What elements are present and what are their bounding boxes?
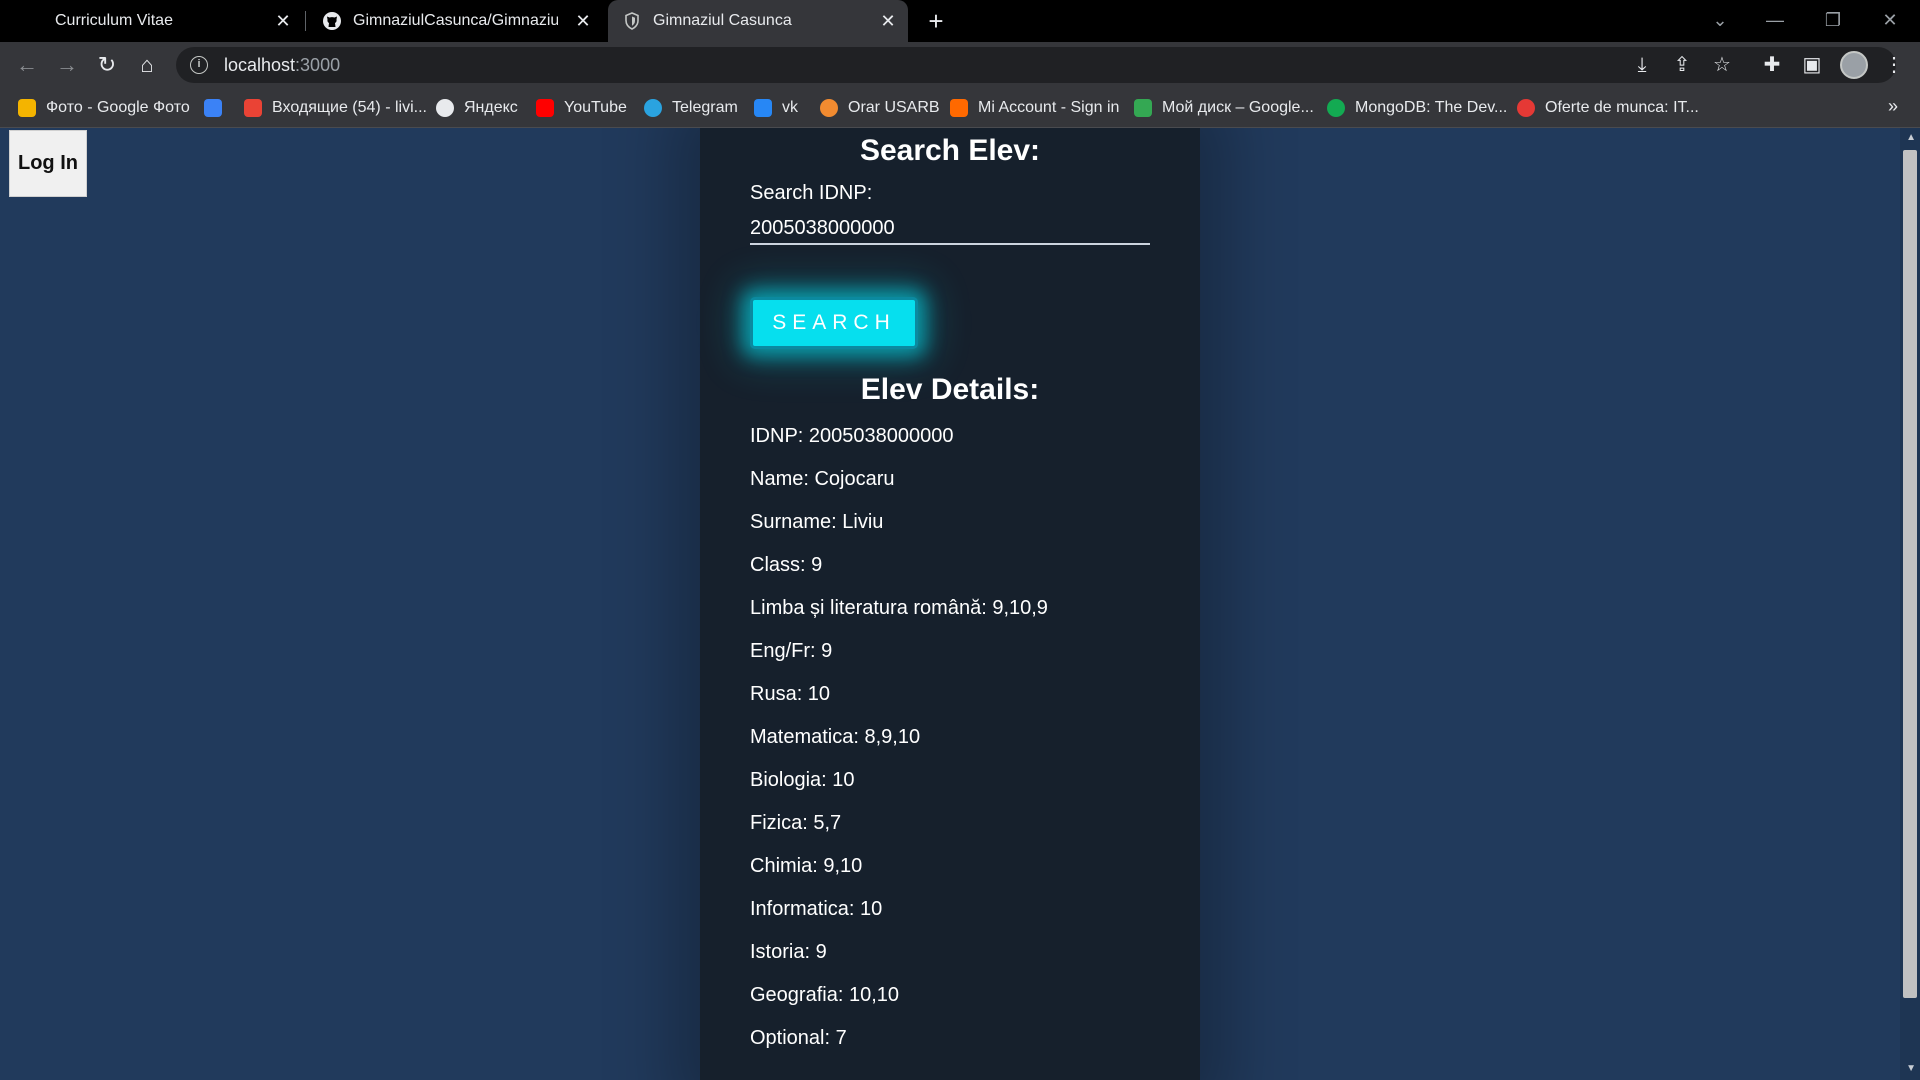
detail-rusa: Rusa: 10 [750, 683, 831, 705]
extensions-icon[interactable]: ✚ [1758, 51, 1786, 79]
bookmark-google-photos[interactable]: Фото - Google Фото [18, 88, 190, 128]
bookmark-telegram[interactable]: Telegram [644, 88, 738, 128]
bookmark-star-icon[interactable]: ☆ [1708, 51, 1736, 79]
tab-curriculum-vitae[interactable]: Curriculum Vitae ✕ [0, 0, 303, 42]
google-drive-icon [1134, 99, 1152, 117]
tab-github[interactable]: GimnaziulCasunca/GimnaziulCasunca ✕ [308, 0, 603, 42]
menu-kebab-icon[interactable]: ⋮ [1880, 51, 1908, 79]
detail-informatica: Informatica: 10 [750, 898, 883, 920]
more-bookmarks-icon[interactable]: » [1888, 96, 1898, 117]
tab-title: Gimnaziul Casunca [653, 12, 792, 29]
bookmark-label: MongoDB: The Dev... [1355, 99, 1508, 116]
detail-name: Name: Cojocaru [750, 468, 895, 490]
detail-fizica: Fizica: 5,7 [750, 812, 842, 834]
close-tab-icon[interactable]: ✕ [273, 11, 293, 31]
bookmarks-bar: Фото - Google Фото Входящие (54) - livi.… [0, 88, 1920, 128]
search-title: Search Elev: [859, 134, 1041, 167]
bookmark-google-drive[interactable]: Мой диск – Google... [1134, 88, 1314, 128]
yandex-icon [436, 99, 454, 117]
youtube-icon [536, 99, 554, 117]
side-panel-icon[interactable]: ▣ [1798, 51, 1826, 79]
bookmark-orar-usarb[interactable]: Orar USARB [820, 88, 940, 128]
bookmark-gmail[interactable]: Входящие (54) - livi... [244, 88, 427, 128]
details-title: Elev Details: [860, 373, 1040, 406]
detail-istoria: Istoria: 9 [750, 941, 827, 963]
idnp-label: Search IDNP: [750, 182, 873, 204]
bookmark-oferte-de-munca[interactable]: Oferte de munca: IT... [1517, 88, 1699, 128]
idnp-search-input[interactable] [750, 213, 1150, 245]
detail-biologia: Biologia: 10 [750, 769, 855, 791]
bookmark-label: Яндекс [464, 99, 518, 116]
url-host: localhost [224, 54, 296, 75]
search-button[interactable]: Search [750, 297, 918, 349]
browser-toolbar: ← → ↻ ⌂ i localhost:3000 ⤓ ⇪ ☆ ✚ ▣ ⋮ [0, 42, 1920, 88]
telegram-icon [644, 99, 662, 117]
detail-chimia: Chimia: 9,10 [750, 855, 863, 877]
bookmark-label: Mi Account - Sign in [978, 99, 1120, 116]
tab-gimnaziul-casunca[interactable]: Gimnaziul Casunca ✕ [608, 0, 908, 42]
home-icon[interactable]: ⌂ [132, 50, 162, 80]
bookmark-vk[interactable]: vk [754, 88, 798, 128]
google-photos-icon [18, 99, 36, 117]
oferte-icon [1517, 99, 1535, 117]
bookmark-youtube[interactable]: YouTube [536, 88, 627, 128]
back-arrow-icon[interactable]: ← [12, 50, 42, 80]
page-scrollbar[interactable]: ▲ ▼ [1900, 128, 1920, 1080]
tab-search-chevron-icon[interactable]: ⌄ [1700, 6, 1740, 34]
mongodb-icon [1327, 99, 1345, 117]
minimize-icon[interactable]: — [1755, 6, 1795, 34]
close-tab-icon[interactable]: ✕ [878, 11, 898, 31]
detail-optional: Optional: 7 [750, 1027, 847, 1049]
orar-usarb-icon [820, 99, 838, 117]
bookmark-mongodb[interactable]: MongoDB: The Dev... [1327, 88, 1507, 128]
tab-title: GimnaziulCasunca/GimnaziulCasunca [353, 12, 558, 29]
detail-surname: Surname: Liviu [750, 511, 884, 533]
window-close-icon[interactable]: ✕ [1870, 6, 1910, 34]
url-port: :3000 [295, 54, 341, 75]
restore-icon[interactable]: ❐ [1813, 6, 1853, 34]
bookmark-label: Фото - Google Фото [46, 99, 190, 116]
bookmark-label: Мой диск – Google... [1162, 99, 1314, 116]
bookmark-label: Telegram [672, 99, 738, 116]
detail-idnp: IDNP: 2005038000000 [750, 425, 954, 447]
bookmark-label: Orar USARB [848, 99, 940, 116]
mi-icon [950, 99, 968, 117]
bookmark-label: vk [782, 99, 798, 116]
tab-separator [305, 11, 306, 31]
profile-avatar[interactable] [1840, 51, 1868, 79]
url-text: localhost:3000 [224, 55, 340, 76]
bookmark-mi-account[interactable]: Mi Account - Sign in [950, 88, 1119, 128]
detail-romana: Limba și literatura română: 9,10,9 [750, 597, 1048, 619]
search-panel: Search Elev: Search IDNP: Search Elev De… [700, 128, 1200, 1080]
bookmark-label: Oferte de munca: IT... [1545, 99, 1699, 116]
gmail-icon [244, 99, 262, 117]
bookmark-yandex[interactable]: Яндекс [436, 88, 518, 128]
scroll-thumb[interactable] [1903, 150, 1917, 998]
share-icon[interactable]: ⇪ [1668, 51, 1696, 79]
github-icon [323, 12, 341, 30]
reload-icon[interactable]: ↻ [92, 50, 122, 80]
mail-icon [204, 99, 222, 117]
vk-icon [754, 99, 772, 117]
scroll-down-arrow-icon[interactable]: ▼ [1906, 1063, 1916, 1074]
tab-strip: Curriculum Vitae ✕ GimnaziulCasunca/Gimn… [0, 0, 1920, 42]
site-info-icon[interactable]: i [190, 56, 208, 74]
scroll-up-arrow-icon[interactable]: ▲ [1906, 132, 1916, 143]
install-app-icon[interactable]: ⤓ [1628, 51, 1656, 79]
detail-matematica: Matematica: 8,9,10 [750, 726, 921, 748]
detail-eng-fr: Eng/Fr: 9 [750, 640, 833, 662]
bookmark-label: Входящие (54) - livi... [272, 99, 427, 116]
forward-arrow-icon[interactable]: → [52, 50, 82, 80]
page-viewport: Log In Search Elev: Search IDNP: Search … [0, 128, 1920, 1080]
close-tab-icon[interactable]: ✕ [573, 11, 593, 31]
tab-title: Curriculum Vitae [55, 12, 173, 29]
detail-geografia: Geografia: 10,10 [750, 984, 899, 1006]
bookmark-label: YouTube [564, 99, 627, 116]
login-button[interactable]: Log In [9, 130, 87, 197]
shield-icon [625, 12, 639, 30]
details-list: IDNP: 2005038000000 Name: Cojocaru Surna… [750, 415, 1150, 1060]
detail-class: Class: 9 [750, 554, 823, 576]
bookmark-mail[interactable] [204, 88, 232, 128]
new-tab-icon[interactable]: + [922, 7, 950, 35]
